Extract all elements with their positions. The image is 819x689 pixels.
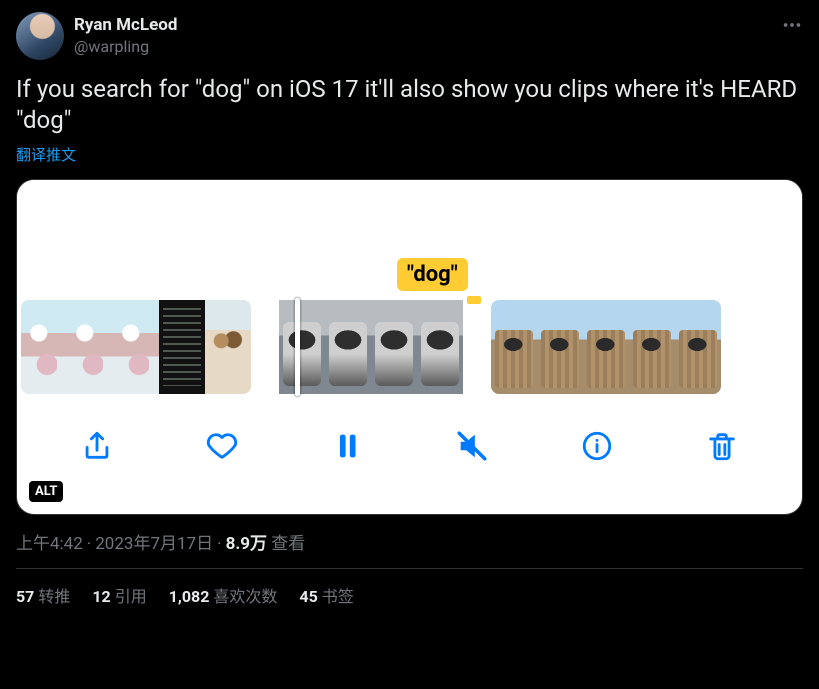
clip-group-3[interactable]: [491, 300, 721, 394]
trash-icon: [705, 429, 739, 463]
retweets-count: 57: [16, 587, 34, 606]
author-block[interactable]: Ryan McLeod @warpling: [16, 12, 177, 60]
pause-button[interactable]: [325, 424, 369, 468]
heart-icon: [205, 429, 239, 463]
likes-count: 1,082: [169, 587, 210, 606]
tweet-text: If you search for "dog" on iOS 17 it'll …: [16, 74, 803, 136]
tweet-header: Ryan McLeod @warpling: [16, 12, 803, 60]
bookmarks-count: 45: [299, 587, 317, 606]
author-handle[interactable]: @warpling: [74, 37, 177, 57]
views-label: 查看: [271, 534, 305, 554]
thumbnail: [67, 300, 113, 394]
quotes-stat[interactable]: 12 引用: [92, 583, 146, 607]
media-toolbar: [17, 394, 802, 498]
thumbnail: [205, 300, 251, 394]
like-button[interactable]: [200, 424, 244, 468]
thumbnail: [279, 300, 325, 394]
thumbnail: [583, 300, 629, 394]
video-timeline[interactable]: [17, 300, 802, 394]
likes-stat[interactable]: 1,082喜欢次数: [169, 583, 278, 607]
mute-icon: [455, 429, 489, 463]
thumbnail: [325, 300, 371, 394]
pause-icon: [330, 429, 364, 463]
alt-badge[interactable]: ALT: [29, 481, 63, 502]
mute-button[interactable]: [450, 424, 494, 468]
info-icon: [580, 429, 614, 463]
thumbnail: [417, 300, 463, 394]
share-button[interactable]: [75, 424, 119, 468]
share-icon: [80, 429, 114, 463]
thumbnail: [537, 300, 583, 394]
views-count[interactable]: 8.9万: [226, 534, 267, 554]
retweets-label: 转推: [38, 587, 70, 606]
translate-link[interactable]: 翻译推文: [16, 144, 803, 165]
bookmarks-stat[interactable]: 45 书签: [299, 583, 353, 607]
thumbnail: [159, 300, 205, 394]
quotes-label: 引用: [115, 587, 147, 606]
avatar[interactable]: [16, 12, 64, 60]
clip-group-1[interactable]: [21, 300, 251, 394]
more-icon: [781, 14, 803, 36]
thumbnail: [21, 300, 67, 394]
thumbnail: [675, 300, 721, 394]
tweet-meta: 上午4:42·2023年7月17日·8.9万 查看: [16, 529, 803, 554]
thumbnail: [113, 300, 159, 394]
likes-label: 喜欢次数: [213, 587, 277, 606]
info-button[interactable]: [575, 424, 619, 468]
clip-group-2-active[interactable]: [279, 300, 463, 394]
thumbnail: [491, 300, 537, 394]
quotes-count: 12: [92, 587, 110, 606]
bookmarks-label: 书签: [322, 587, 354, 606]
caption-tick: [467, 296, 481, 304]
tweet-container: Ryan McLeod @warpling If you search for …: [0, 0, 819, 625]
author-display-name[interactable]: Ryan McLeod: [74, 15, 177, 36]
thumbnail: [371, 300, 417, 394]
caption-bubble: "dog": [397, 258, 468, 291]
media-top-area: "dog": [17, 180, 802, 300]
tweet-time[interactable]: 上午4:42: [16, 534, 83, 554]
author-names: Ryan McLeod @warpling: [74, 15, 177, 56]
tweet-stats: 57转推 12 引用 1,082喜欢次数 45 书签: [16, 569, 803, 613]
thumbnail: [629, 300, 675, 394]
retweets-stat[interactable]: 57转推: [16, 583, 70, 607]
delete-button[interactable]: [700, 424, 744, 468]
more-button[interactable]: [781, 12, 803, 40]
tweet-date[interactable]: 2023年7月17日: [95, 534, 213, 554]
media-card[interactable]: "dog": [16, 179, 803, 515]
